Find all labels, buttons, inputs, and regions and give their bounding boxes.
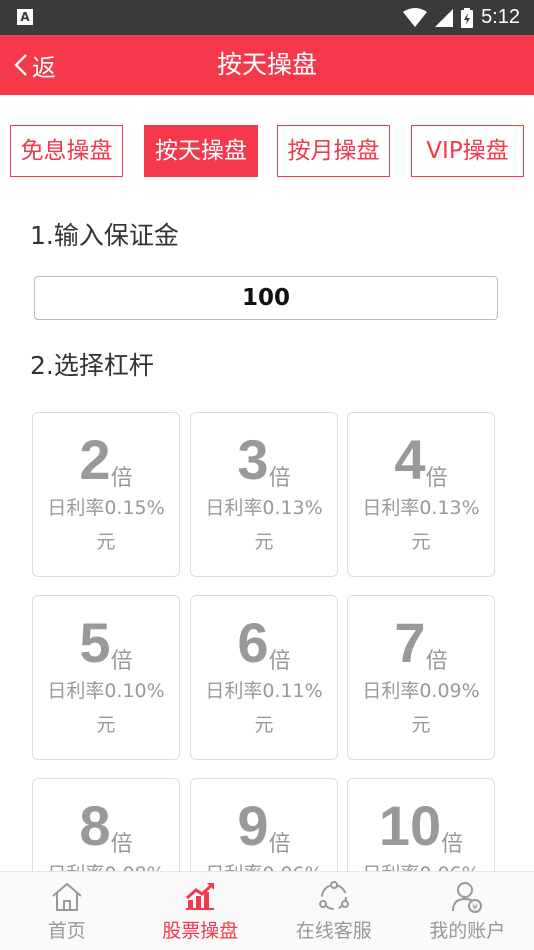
nav-label: 股票操盘 (162, 920, 239, 942)
daily-rate: 日利率0.15% (47, 497, 165, 519)
daily-rate: 日利率0.08% (33, 857, 179, 872)
multiplier-value: 3 (237, 428, 269, 491)
multiplier-unit: 倍 (110, 649, 133, 674)
currency-unit: 元 (411, 531, 431, 553)
daily-rate: 日利率0.09% (362, 680, 480, 702)
currency-unit: 元 (96, 714, 116, 736)
leverage-grid: 2倍 日利率0.15% 元 3倍 日利率0.13% 元 4倍 日利率0.13% … (32, 412, 502, 872)
currency-unit: 元 (254, 714, 274, 736)
currency-unit: 元 (96, 531, 116, 553)
multiplier-value: 10 (378, 794, 442, 857)
svg-text:¥: ¥ (472, 903, 478, 913)
multiplier-unit: 倍 (441, 832, 464, 857)
daily-rate: 日利率0.06% (348, 857, 494, 872)
multiplier-value: 2 (79, 428, 111, 491)
multiplier-unit: 倍 (110, 832, 133, 857)
nav-customer-service[interactable]: 在线客服 (267, 872, 401, 950)
multiplier-value: 5 (79, 611, 111, 674)
leverage-option-10x[interactable]: 10倍 日利率0.06% 元 (347, 778, 495, 872)
daily-rate: 日利率0.13% (362, 497, 480, 519)
leverage-label: 2.选择杠杆 (30, 351, 154, 380)
multiplier-unit: 倍 (268, 649, 291, 674)
tab-monthly[interactable]: 按月操盘 (277, 125, 390, 177)
cell-signal-icon (435, 8, 454, 27)
page-title: 按天操盘 (216, 50, 317, 79)
multiplier-value: 6 (237, 611, 269, 674)
leverage-option-6x[interactable]: 6倍 日利率0.11% 元 (190, 595, 338, 760)
leverage-option-2x[interactable]: 2倍 日利率0.15% 元 (32, 412, 180, 577)
nav-my-account[interactable]: ¥ 我的账户 (401, 872, 534, 950)
multiplier-value: 7 (394, 611, 426, 674)
daily-rate: 日利率0.06% (191, 857, 337, 872)
multiplier-value: 4 (394, 428, 426, 491)
nav-home[interactable]: 首页 (0, 872, 134, 950)
currency-unit: 元 (254, 531, 274, 553)
tab-vip[interactable]: VIP操盘 (411, 125, 524, 177)
leverage-option-4x[interactable]: 4倍 日利率0.13% 元 (347, 412, 495, 577)
stock-chart-icon (186, 882, 215, 910)
daily-rate: 日利率0.13% (205, 497, 323, 519)
nav-label: 我的账户 (429, 920, 506, 942)
leverage-option-3x[interactable]: 3倍 日利率0.13% 元 (190, 412, 338, 577)
multiplier-unit: 倍 (425, 466, 448, 491)
leverage-option-5x[interactable]: 5倍 日利率0.10% 元 (32, 595, 180, 760)
status-bar: A 5:12 (0, 0, 534, 35)
app-header: 返 按天操盘 (0, 35, 534, 95)
status-time: 5:12 (481, 6, 520, 28)
multiplier-unit: 倍 (425, 649, 448, 674)
leverage-option-9x[interactable]: 9倍 日利率0.06% 元 (190, 778, 338, 872)
deposit-label: 1.输入保证金 (30, 221, 179, 250)
daily-rate: 日利率0.10% (47, 680, 165, 702)
deposit-input[interactable] (34, 276, 498, 320)
wifi-icon (403, 7, 428, 27)
currency-unit: 元 (411, 714, 431, 736)
status-indicators: 5:12 (403, 0, 520, 35)
daily-rate: 日利率0.11% (205, 680, 323, 702)
multiplier-unit: 倍 (268, 466, 291, 491)
multiplier-value: 8 (79, 794, 111, 857)
leverage-option-8x[interactable]: 8倍 日利率0.08% 元 (32, 778, 180, 872)
bottom-nav: 首页 股票操盘 在线客服 ¥ 我的账户 (0, 871, 534, 950)
multiplier-value: 9 (237, 794, 269, 857)
trading-mode-tabs: 免息操盘 按天操盘 按月操盘 VIP操盘 (10, 125, 524, 177)
leverage-option-7x[interactable]: 7倍 日利率0.09% 元 (347, 595, 495, 760)
tab-interest-free[interactable]: 免息操盘 (10, 125, 123, 177)
nav-label: 首页 (47, 920, 86, 942)
nav-label: 在线客服 (295, 920, 372, 942)
account-icon: ¥ (452, 882, 483, 913)
multiplier-unit: 倍 (110, 466, 133, 491)
tab-daily[interactable]: 按天操盘 (144, 125, 258, 177)
customer-service-icon (318, 881, 349, 910)
multiplier-unit: 倍 (268, 832, 291, 857)
app-notification-icon: A (17, 9, 33, 25)
battery-icon (461, 7, 474, 28)
home-icon (52, 883, 82, 911)
nav-stock-trading[interactable]: 股票操盘 (134, 872, 268, 950)
